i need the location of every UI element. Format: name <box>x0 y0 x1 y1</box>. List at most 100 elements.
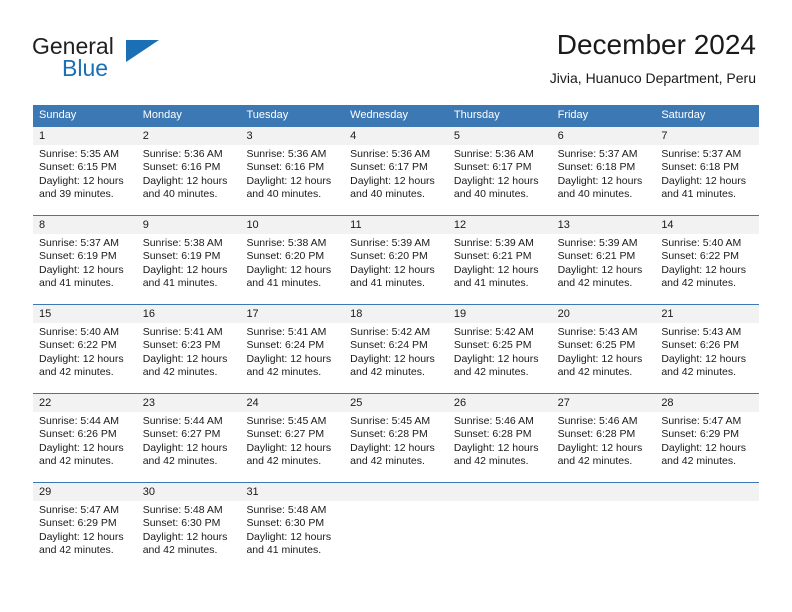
day-number[interactable]: 1 <box>33 127 137 145</box>
day-cell[interactable]: Sunrise: 5:39 AM Sunset: 6:20 PM Dayligh… <box>344 234 448 304</box>
day-number[interactable]: 10 <box>240 216 344 234</box>
sunrise-text: Sunrise: 5:43 AM <box>661 326 742 338</box>
day-number[interactable]: 6 <box>552 127 656 145</box>
day-number[interactable]: 14 <box>655 216 759 234</box>
daylight-text-line1: Daylight: 12 hours <box>39 530 124 543</box>
day-number[interactable]: 16 <box>137 305 241 323</box>
sunrise-text: Sunrise: 5:47 AM <box>661 415 742 427</box>
general-blue-logo[interactable]: General Blue <box>32 34 232 84</box>
day-number[interactable]: 22 <box>33 394 137 412</box>
week-row: 15 16 17 18 19 20 21 Sunrise: 5:40 AM Su… <box>33 304 759 393</box>
day-number[interactable]: 23 <box>137 394 241 412</box>
daylight-text-line2: and 42 minutes. <box>350 366 425 379</box>
day-cell[interactable]: Sunrise: 5:42 AM Sunset: 6:24 PM Dayligh… <box>344 323 448 393</box>
day-cell[interactable]: Sunrise: 5:35 AM Sunset: 6:15 PM Dayligh… <box>33 145 137 215</box>
day-number[interactable]: 26 <box>448 394 552 412</box>
day-cell[interactable]: Sunrise: 5:36 AM Sunset: 6:16 PM Dayligh… <box>240 145 344 215</box>
daylight-text-line2: and 42 minutes. <box>246 366 322 379</box>
daylight-text-line1: Daylight: 12 hours <box>246 441 332 454</box>
day-number[interactable]: 9 <box>137 216 241 234</box>
daylight-text-line1: Daylight: 12 hours <box>661 263 746 276</box>
day-detail-band: Sunrise: 5:47 AM Sunset: 6:29 PM Dayligh… <box>33 501 759 571</box>
sunrise-text: Sunrise: 5:39 AM <box>557 237 638 249</box>
week-row: 8 9 10 11 12 13 14 Sunrise: 5:37 AM Suns… <box>33 215 759 304</box>
day-number[interactable]: 27 <box>552 394 656 412</box>
day-cell[interactable]: Sunrise: 5:48 AM Sunset: 6:30 PM Dayligh… <box>137 501 241 571</box>
day-cell[interactable]: Sunrise: 5:45 AM Sunset: 6:27 PM Dayligh… <box>240 412 344 482</box>
sunset-text: Sunset: 6:18 PM <box>661 161 739 174</box>
day-cell[interactable]: Sunrise: 5:37 AM Sunset: 6:19 PM Dayligh… <box>33 234 137 304</box>
daylight-text-line1: Daylight: 12 hours <box>39 174 124 187</box>
weekday-header-friday: Friday <box>557 109 589 121</box>
daylight-text-line2: and 42 minutes. <box>350 455 425 468</box>
day-number[interactable]: 20 <box>552 305 656 323</box>
sunrise-text: Sunrise: 5:45 AM <box>350 415 431 427</box>
day-cell[interactable]: Sunrise: 5:48 AM Sunset: 6:30 PM Dayligh… <box>240 501 344 571</box>
day-cell[interactable]: Sunrise: 5:44 AM Sunset: 6:26 PM Dayligh… <box>33 412 137 482</box>
day-number[interactable]: 28 <box>655 394 759 412</box>
day-cell[interactable]: Sunrise: 5:43 AM Sunset: 6:25 PM Dayligh… <box>552 323 656 393</box>
day-cell[interactable]: Sunrise: 5:36 AM Sunset: 6:16 PM Dayligh… <box>137 145 241 215</box>
day-cell[interactable]: Sunrise: 5:46 AM Sunset: 6:28 PM Dayligh… <box>448 412 552 482</box>
day-cell[interactable]: Sunrise: 5:40 AM Sunset: 6:22 PM Dayligh… <box>33 323 137 393</box>
day-number[interactable]: 7 <box>655 127 759 145</box>
sunrise-text: Sunrise: 5:41 AM <box>142 326 223 338</box>
day-cell[interactable]: Sunrise: 5:36 AM Sunset: 6:17 PM Dayligh… <box>344 145 448 215</box>
daylight-text-line2: and 41 minutes. <box>453 277 529 290</box>
daylight-text-line2: and 42 minutes. <box>246 455 322 468</box>
day-number[interactable]: 31 <box>240 483 344 501</box>
day-cell[interactable]: Sunrise: 5:40 AM Sunset: 6:22 PM Dayligh… <box>655 234 759 304</box>
daylight-text-line2: and 42 minutes. <box>142 544 218 557</box>
day-cell[interactable]: Sunrise: 5:38 AM Sunset: 6:19 PM Dayligh… <box>137 234 241 304</box>
daylight-text-line1: Daylight: 12 hours <box>557 352 643 365</box>
day-number[interactable]: 2 <box>137 127 241 145</box>
daylight-text-line2: and 41 minutes. <box>661 188 737 201</box>
sunset-text: Sunset: 6:22 PM <box>661 250 739 263</box>
day-cell[interactable]: Sunrise: 5:42 AM Sunset: 6:25 PM Dayligh… <box>448 323 552 393</box>
day-cell[interactable]: Sunrise: 5:47 AM Sunset: 6:29 PM Dayligh… <box>655 412 759 482</box>
daylight-text-line2: and 42 minutes. <box>661 366 737 379</box>
day-number[interactable]: 17 <box>240 305 344 323</box>
day-cell[interactable]: Sunrise: 5:41 AM Sunset: 6:23 PM Dayligh… <box>137 323 241 393</box>
day-number[interactable]: 21 <box>655 305 759 323</box>
day-number[interactable]: 29 <box>33 483 137 501</box>
day-number[interactable]: 3 <box>240 127 344 145</box>
sunset-text: Sunset: 6:27 PM <box>246 428 325 441</box>
daylight-text-line1: Daylight: 12 hours <box>142 441 228 454</box>
sunrise-text: Sunrise: 5:44 AM <box>39 415 119 427</box>
day-cell[interactable]: Sunrise: 5:36 AM Sunset: 6:17 PM Dayligh… <box>448 145 552 215</box>
day-cell[interactable]: Sunrise: 5:47 AM Sunset: 6:29 PM Dayligh… <box>33 501 137 571</box>
day-number[interactable]: 13 <box>552 216 656 234</box>
daylight-text-line1: Daylight: 12 hours <box>39 441 124 454</box>
day-number[interactable]: 24 <box>240 394 344 412</box>
sunrise-text: Sunrise: 5:36 AM <box>246 148 327 160</box>
day-cell[interactable]: Sunrise: 5:39 AM Sunset: 6:21 PM Dayligh… <box>448 234 552 304</box>
day-number[interactable]: 18 <box>344 305 448 323</box>
day-number[interactable]: 30 <box>137 483 241 501</box>
sunrise-text: Sunrise: 5:44 AM <box>142 415 223 427</box>
day-number[interactable]: 4 <box>344 127 448 145</box>
day-cell-empty <box>552 501 656 571</box>
day-cell[interactable]: Sunrise: 5:41 AM Sunset: 6:24 PM Dayligh… <box>240 323 344 393</box>
day-cell[interactable]: Sunrise: 5:37 AM Sunset: 6:18 PM Dayligh… <box>655 145 759 215</box>
day-number[interactable]: 15 <box>33 305 137 323</box>
weekday-header-wednesday: Wednesday <box>350 109 409 121</box>
day-number[interactable]: 5 <box>448 127 552 145</box>
weekday-header-row: Sunday Monday Tuesday Wednesday Thursday… <box>33 105 759 126</box>
day-number[interactable]: 8 <box>33 216 137 234</box>
day-cell[interactable]: Sunrise: 5:45 AM Sunset: 6:28 PM Dayligh… <box>344 412 448 482</box>
daylight-text-line2: and 42 minutes. <box>142 455 218 468</box>
day-cell[interactable]: Sunrise: 5:39 AM Sunset: 6:21 PM Dayligh… <box>552 234 656 304</box>
day-number[interactable]: 19 <box>448 305 552 323</box>
day-cell[interactable]: Sunrise: 5:43 AM Sunset: 6:26 PM Dayligh… <box>655 323 759 393</box>
day-cell[interactable]: Sunrise: 5:44 AM Sunset: 6:27 PM Dayligh… <box>137 412 241 482</box>
daylight-text-line2: and 41 minutes. <box>246 277 322 290</box>
day-cell[interactable]: Sunrise: 5:38 AM Sunset: 6:20 PM Dayligh… <box>240 234 344 304</box>
day-cell[interactable]: Sunrise: 5:46 AM Sunset: 6:28 PM Dayligh… <box>552 412 656 482</box>
daylight-text-line2: and 42 minutes. <box>453 455 529 468</box>
day-number[interactable]: 25 <box>344 394 448 412</box>
sunset-text: Sunset: 6:30 PM <box>246 517 325 530</box>
day-number[interactable]: 11 <box>344 216 448 234</box>
day-cell[interactable]: Sunrise: 5:37 AM Sunset: 6:18 PM Dayligh… <box>552 145 656 215</box>
day-number[interactable]: 12 <box>448 216 552 234</box>
